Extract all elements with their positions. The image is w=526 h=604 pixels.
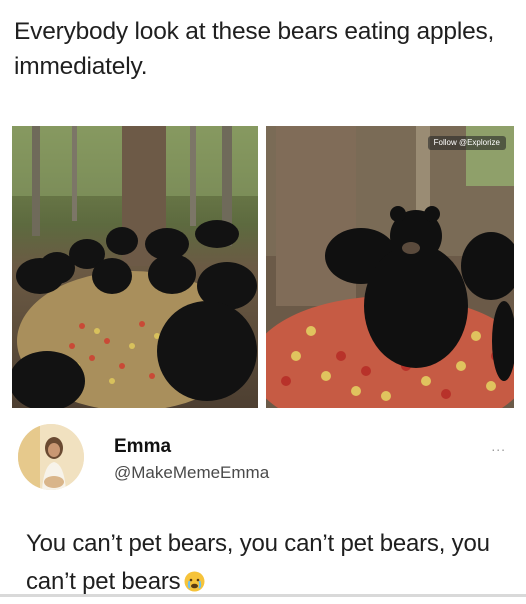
display-name[interactable]: Emma xyxy=(114,436,171,458)
meme-headline: Everybody look at these bears eating app… xyxy=(14,18,495,80)
crying-face-icon xyxy=(184,566,205,592)
more-options-icon[interactable]: ... xyxy=(491,438,506,454)
tweet-text: You can’t pet bears, you can’t pet bears… xyxy=(26,525,516,601)
photo-bears-forest xyxy=(12,126,258,408)
avatar[interactable] xyxy=(18,424,84,490)
tweet-text-content: You can’t pet bears, you can’t pet bears… xyxy=(26,530,490,595)
photo-pair: Follow @Explorize xyxy=(12,126,514,408)
username-handle[interactable]: @MakeMemeEmma xyxy=(114,463,269,483)
photo-bear-close: Follow @Explorize xyxy=(266,126,514,408)
watermark-label: Follow @Explorize xyxy=(427,136,506,150)
tweet-header: Emma @MakeMemeEmma ... xyxy=(18,424,518,494)
bears-eating-apples-photo xyxy=(12,126,258,408)
profile-photo-icon xyxy=(18,424,84,490)
bear-sitting-in-apples-photo xyxy=(266,126,514,408)
